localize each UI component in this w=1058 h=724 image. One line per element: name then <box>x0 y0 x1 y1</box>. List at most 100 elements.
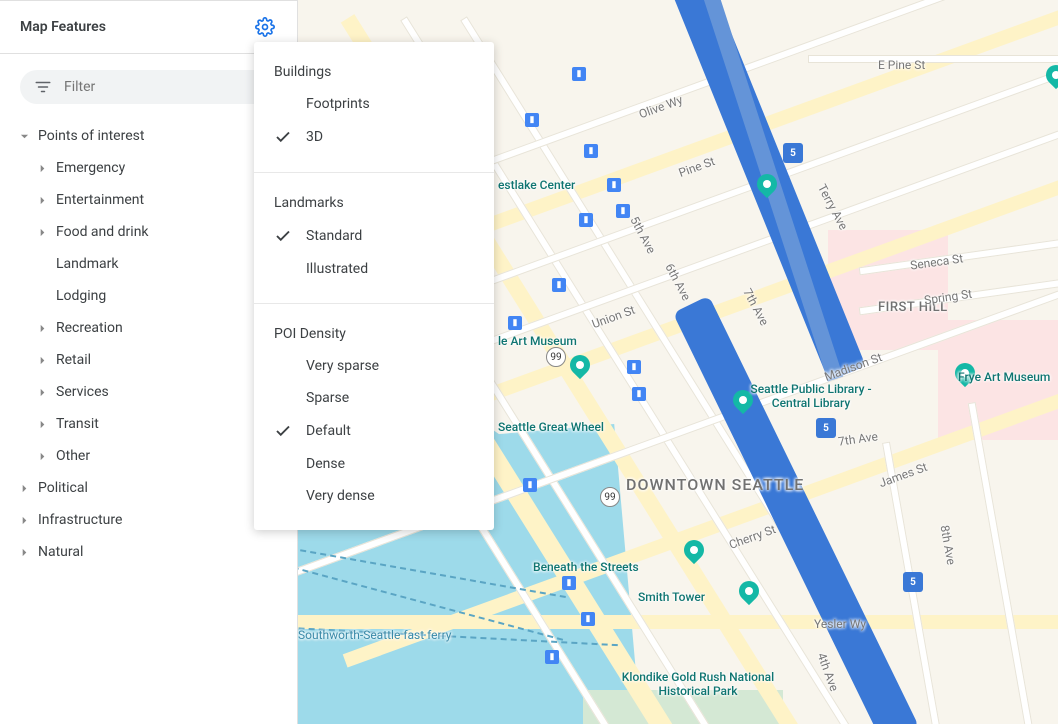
check-icon <box>274 128 294 146</box>
tree-item-label: Natural <box>38 544 83 560</box>
transit-icon[interactable]: ▮ <box>579 213 593 227</box>
sidebar-title: Map Features <box>20 19 106 35</box>
transit-icon[interactable]: ▮ <box>607 178 621 192</box>
transit-icon[interactable]: ▮ <box>584 144 598 158</box>
route-shield: 99 <box>546 347 566 367</box>
popup-option-very-dense[interactable]: Very dense <box>254 480 494 512</box>
transit-icon[interactable]: ▮ <box>523 478 537 492</box>
popup-option-label: Sparse <box>306 390 349 406</box>
poi-label: le Art Museum <box>498 334 577 348</box>
street-label: Yesler Wy <box>814 617 866 631</box>
popup-option-label: 3D <box>306 129 323 145</box>
filter-box[interactable] <box>20 70 277 104</box>
popup-option-label: Dense <box>306 456 345 472</box>
transit-icon[interactable]: ▮ <box>627 360 641 374</box>
tree-item-label: Services <box>56 384 109 400</box>
transit-icon[interactable]: ▮ <box>581 612 595 626</box>
chevron-right-icon <box>34 164 50 173</box>
popup-option-label: Illustrated <box>306 261 368 277</box>
tree-item-food-and-drink[interactable]: Food and drink <box>16 216 281 248</box>
filter-input[interactable] <box>64 79 263 95</box>
tree-item-infrastructure[interactable]: Infrastructure <box>16 504 281 536</box>
tree-item-transit[interactable]: Transit <box>16 408 281 440</box>
popup-option-default[interactable]: Default <box>254 414 494 448</box>
tree-item-label: Political <box>38 480 88 496</box>
popup-option-footprints[interactable]: Footprints <box>254 88 494 120</box>
tree-item-entertainment[interactable]: Entertainment <box>16 184 281 216</box>
poi-label: Frye Art Museum <box>958 370 1050 384</box>
tree-item-recreation[interactable]: Recreation <box>16 312 281 344</box>
highway-shield: 5 <box>816 418 836 438</box>
popup-heading: Buildings <box>254 60 494 88</box>
popup-option-dense[interactable]: Dense <box>254 448 494 480</box>
street-label: Southworth-Seattle fast ferry <box>298 628 451 642</box>
popup-heading: Landmarks <box>254 191 494 219</box>
chevron-right-icon <box>34 228 50 237</box>
tree-item-label: Other <box>56 448 90 464</box>
popup-section: Landmarks Standard Illustrated <box>254 173 494 304</box>
tree-item-label: Entertainment <box>56 192 144 208</box>
popup-section: Buildings Footprints 3D <box>254 42 494 173</box>
settings-button[interactable] <box>249 11 281 43</box>
tree-item-points-of-interest[interactable]: Points of interest <box>16 120 281 152</box>
popup-option-illustrated[interactable]: Illustrated <box>254 253 494 285</box>
check-icon <box>274 227 294 245</box>
tree-item-retail[interactable]: Retail <box>16 344 281 376</box>
transit-icon[interactable]: ▮ <box>632 387 646 401</box>
filter-icon <box>34 78 52 96</box>
poi-label: Beneath the Streets <box>533 560 639 574</box>
check-icon <box>274 422 294 440</box>
popup-option-standard[interactable]: Standard <box>254 219 494 253</box>
popup-option-3d[interactable]: 3D <box>254 120 494 154</box>
popup-option-label: Footprints <box>306 96 370 112</box>
tree-item-label: Recreation <box>56 320 123 336</box>
chevron-right-icon <box>34 196 50 205</box>
route-shield: 99 <box>600 487 620 507</box>
transit-icon[interactable]: ▮ <box>616 204 630 218</box>
tree-item-natural[interactable]: Natural <box>16 536 281 568</box>
tree-item-lodging[interactable]: Lodging <box>16 280 281 312</box>
popup-option-label: Standard <box>306 228 362 244</box>
popup-option-very-sparse[interactable]: Very sparse <box>254 350 494 382</box>
highway-shield: 5 <box>783 143 803 163</box>
tree-item-label: Points of interest <box>38 128 144 144</box>
transit-icon[interactable]: ▮ <box>552 278 566 292</box>
popup-option-label: Default <box>306 423 351 439</box>
tree-item-label: Landmark <box>56 256 119 272</box>
tree-item-label: Transit <box>56 416 99 432</box>
chevron-right-icon <box>34 388 50 397</box>
transit-icon[interactable]: ▮ <box>572 67 586 81</box>
chevron-right-icon <box>34 420 50 429</box>
tree-item-other[interactable]: Other <box>16 440 281 472</box>
tree-item-label: Lodging <box>56 288 106 304</box>
tree-item-services[interactable]: Services <box>16 376 281 408</box>
popup-option-sparse[interactable]: Sparse <box>254 382 494 414</box>
feature-tree: Points of interest Emergency Entertainment… <box>0 120 297 568</box>
transit-icon[interactable]: ▮ <box>508 316 522 330</box>
chevron-right-icon <box>34 356 50 365</box>
chevron-right-icon <box>16 548 32 557</box>
tree-item-emergency[interactable]: Emergency <box>16 152 281 184</box>
chevron-right-icon <box>16 516 32 525</box>
highway-shield: 5 <box>903 572 923 592</box>
chevron-down-icon <box>16 132 32 141</box>
poi-label: Seattle Public Library - Central Library <box>736 382 886 410</box>
tree-item-landmark[interactable]: Landmark <box>16 248 281 280</box>
gear-icon <box>255 17 275 37</box>
tree-item-label: Retail <box>56 352 91 368</box>
street-label: E Pine St <box>878 58 925 72</box>
popup-section: POI DensityVery sparseSparseDefaultDense… <box>254 304 494 530</box>
district-label: DOWNTOWN SEATTLE <box>626 475 804 494</box>
chevron-right-icon <box>16 484 32 493</box>
popup-option-label: Very dense <box>306 488 375 504</box>
tree-item-label: Infrastructure <box>38 512 122 528</box>
transit-icon[interactable]: ▮ <box>562 576 576 590</box>
transit-icon[interactable]: ▮ <box>525 113 539 127</box>
transit-icon[interactable]: ▮ <box>545 650 559 664</box>
sidebar-header: Map Features <box>0 0 297 54</box>
poi-label: Seattle Great Wheel <box>498 420 604 434</box>
popup-option-label: Very sparse <box>306 358 379 374</box>
chevron-right-icon <box>34 324 50 333</box>
tree-item-political[interactable]: Political <box>16 472 281 504</box>
tree-item-label: Food and drink <box>56 224 149 240</box>
